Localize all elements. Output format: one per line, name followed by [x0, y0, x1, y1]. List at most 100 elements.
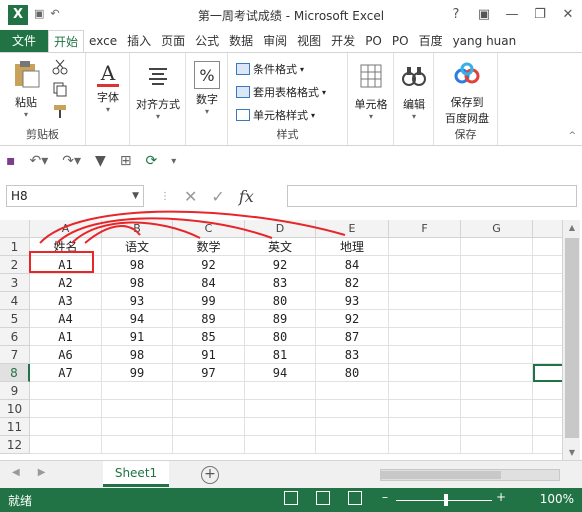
filter-icon[interactable]: ▼ — [95, 153, 106, 169]
tab-baidu[interactable]: 百度 — [414, 30, 448, 52]
cell-d3[interactable]: 83 — [245, 274, 316, 292]
alignment-button[interactable]: 对齐方式 ▾ — [132, 61, 184, 121]
cell-f8[interactable] — [389, 364, 461, 382]
zoom-knob[interactable] — [444, 494, 448, 506]
cell-g8[interactable] — [461, 364, 533, 382]
tab-file[interactable]: 文件 — [0, 30, 49, 52]
customize-qat-icon[interactable]: ▾ — [171, 156, 176, 167]
cell-f4[interactable] — [389, 292, 461, 310]
cell-a6[interactable]: A1 — [30, 328, 102, 346]
page-layout-view-icon[interactable] — [316, 491, 330, 505]
cell-c3[interactable]: 84 — [173, 274, 245, 292]
cell-b1[interactable]: 语文 — [102, 238, 173, 256]
cell-g6[interactable] — [461, 328, 533, 346]
column-header-c[interactable]: C — [173, 220, 245, 238]
cell-d11[interactable] — [245, 418, 316, 436]
undo-icon[interactable]: ↶▾ — [30, 153, 49, 169]
cell-b12[interactable] — [102, 436, 173, 454]
horizontal-scrollbar[interactable] — [380, 469, 560, 481]
paste-dropdown-icon[interactable]: ▾ — [8, 110, 44, 119]
pivot-icon[interactable]: ⊞ — [120, 153, 132, 169]
cell-d10[interactable] — [245, 400, 316, 418]
column-header-d[interactable]: D — [245, 220, 316, 238]
tab-developer[interactable]: 开发 — [326, 30, 360, 52]
zoom-level[interactable]: 100% — [540, 492, 574, 506]
tab-formulas[interactable]: 公式 — [190, 30, 224, 52]
scroll-up-icon[interactable]: ▲ — [563, 223, 581, 232]
tab-review[interactable]: 审阅 — [258, 30, 292, 52]
cell-a5[interactable]: A4 — [30, 310, 102, 328]
cell-d12[interactable] — [245, 436, 316, 454]
cell-h10[interactable] — [533, 400, 562, 418]
cell-a4[interactable]: A3 — [30, 292, 102, 310]
minimize-button[interactable]: — — [498, 0, 526, 30]
page-break-view-icon[interactable] — [348, 491, 362, 505]
tab-view[interactable]: 视图 — [292, 30, 326, 52]
cell-c7[interactable]: 91 — [173, 346, 245, 364]
cell-h6[interactable] — [533, 328, 562, 346]
name-box[interactable]: H8 ▼ — [6, 185, 144, 207]
cell-h1[interactable] — [533, 238, 562, 256]
cell-b8[interactable]: 99 — [102, 364, 173, 382]
cell-a8[interactable]: A7 — [30, 364, 102, 382]
horizontal-scroll-thumb[interactable] — [381, 471, 501, 479]
row-header-10[interactable]: 10 — [0, 400, 30, 418]
cell-c4[interactable]: 99 — [173, 292, 245, 310]
row-header-8[interactable]: 8 — [0, 364, 30, 382]
column-header-h[interactable] — [533, 220, 562, 238]
editing-button[interactable]: 编辑 ▾ — [398, 61, 430, 121]
cell-e10[interactable] — [316, 400, 389, 418]
row-header-1[interactable]: 1 — [0, 238, 30, 256]
cell-c2[interactable]: 92 — [173, 256, 245, 274]
column-header-g[interactable]: G — [461, 220, 533, 238]
save-icon[interactable]: ▪ — [6, 153, 16, 169]
cell-f12[interactable] — [389, 436, 461, 454]
cell-a7[interactable]: A6 — [30, 346, 102, 364]
tab-power-pivot[interactable]: PO — [387, 30, 414, 52]
cell-c5[interactable]: 89 — [173, 310, 245, 328]
cell-c12[interactable] — [173, 436, 245, 454]
cell-styles-button[interactable]: 单元格样式 ▾ — [236, 107, 315, 123]
cut-icon[interactable] — [52, 59, 68, 75]
cell-g11[interactable] — [461, 418, 533, 436]
paste-button[interactable]: 粘贴 ▾ — [8, 59, 44, 119]
cell-b4[interactable]: 93 — [102, 292, 173, 310]
cell-f6[interactable] — [389, 328, 461, 346]
vertical-scroll-thumb[interactable] — [565, 238, 579, 438]
row-header-12[interactable]: 12 — [0, 436, 30, 454]
cell-e12[interactable] — [316, 436, 389, 454]
account-name[interactable]: yang huan — [448, 30, 522, 52]
tab-insert[interactable]: 插入 — [122, 30, 156, 52]
cell-e8[interactable]: 80 — [316, 364, 389, 382]
cell-g9[interactable] — [461, 382, 533, 400]
column-header-e[interactable]: E — [316, 220, 389, 238]
cell-d5[interactable]: 89 — [245, 310, 316, 328]
cell-g10[interactable] — [461, 400, 533, 418]
refresh-icon[interactable]: ⟳ — [146, 153, 158, 169]
zoom-out-icon[interactable]: – — [382, 490, 388, 504]
cell-b9[interactable] — [102, 382, 173, 400]
cell-h5[interactable] — [533, 310, 562, 328]
row-header-6[interactable]: 6 — [0, 328, 30, 346]
format-as-table-button[interactable]: 套用表格格式 ▾ — [236, 84, 326, 100]
worksheet-grid[interactable]: A B C D E F G 1 姓名 语文 数学 英文 地理 2 A1 98 92 92 84 3 A2 98 84 83 82… — [0, 220, 562, 460]
cell-c10[interactable] — [173, 400, 245, 418]
tab-data[interactable]: 数据 — [224, 30, 258, 52]
cell-e5[interactable]: 92 — [316, 310, 389, 328]
number-button[interactable]: % 数字 ▾ — [191, 61, 223, 116]
cell-g2[interactable] — [461, 256, 533, 274]
prev-sheet-icon[interactable]: ◀ — [12, 467, 20, 478]
cell-f10[interactable] — [389, 400, 461, 418]
cell-h8[interactable] — [533, 364, 562, 382]
cell-e3[interactable]: 82 — [316, 274, 389, 292]
cell-h9[interactable] — [533, 382, 562, 400]
cell-g4[interactable] — [461, 292, 533, 310]
tab-page-layout[interactable]: 页面 — [156, 30, 190, 52]
cell-a3[interactable]: A2 — [30, 274, 102, 292]
tab-excel-addin[interactable]: exce — [84, 30, 122, 52]
cell-h4[interactable] — [533, 292, 562, 310]
select-all-corner[interactable] — [0, 220, 30, 238]
ribbon-display-button[interactable]: ▣ — [470, 0, 498, 30]
tab-power-query[interactable]: PO — [360, 30, 387, 52]
help-button[interactable]: ? — [442, 0, 470, 30]
